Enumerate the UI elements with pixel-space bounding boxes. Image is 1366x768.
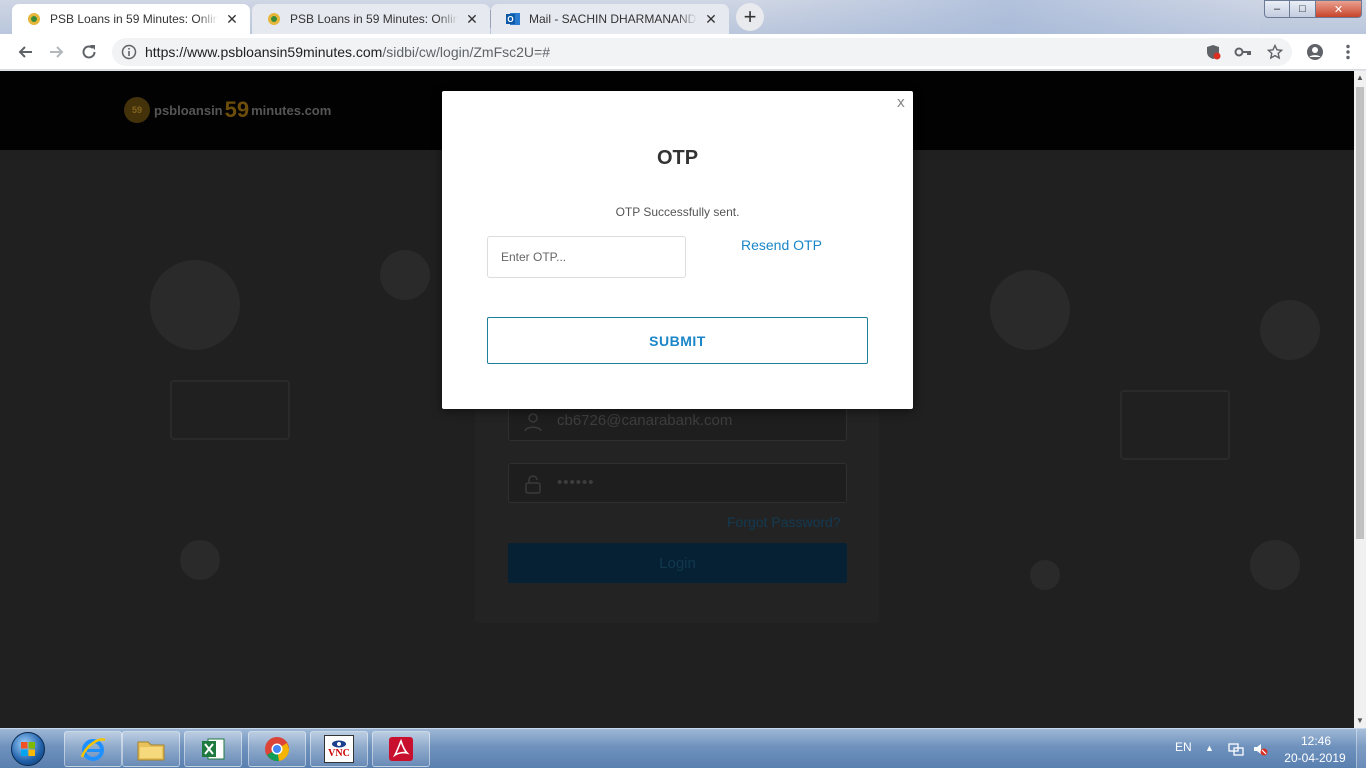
psb-site-logo[interactable]: 59 psbloansin 59 minutes.com: [124, 97, 331, 123]
windows-logo-icon: [11, 732, 45, 766]
start-button[interactable]: [6, 730, 50, 768]
blocked-content-icon[interactable]: [1203, 42, 1223, 62]
logo-text-part1: psbloansin: [154, 102, 223, 118]
tab-psb-loans-1[interactable]: PSB Loans in 59 Minutes: Online ✕: [12, 4, 250, 34]
otp-status-message: OTP Successfully sent.: [615, 205, 740, 219]
email-value: cb6726@canarabank.com: [557, 412, 733, 429]
menu-kebab-icon[interactable]: [1338, 42, 1358, 62]
adobe-reader-icon[interactable]: [372, 731, 430, 767]
background-decoration: [990, 270, 1070, 350]
close-window-button[interactable]: ✕: [1316, 0, 1362, 18]
url-path: /sidbi/cw/login/ZmFsc2U=#: [382, 44, 551, 60]
background-decoration: [180, 540, 220, 580]
browser-toolbar: https://www.psbloansin59minutes.com/sidb…: [0, 34, 1366, 70]
show-hidden-icons-arrow-icon[interactable]: ▲: [1205, 743, 1214, 753]
forgot-password-link[interactable]: Forgot Password?: [727, 514, 841, 530]
logo-text-part2: 59: [224, 97, 250, 122]
clock-time[interactable]: 12:46: [1286, 734, 1346, 748]
key-icon[interactable]: [1233, 42, 1253, 62]
new-tab-button[interactable]: +: [736, 3, 764, 31]
forward-button[interactable]: [45, 40, 69, 64]
plus-icon: +: [743, 4, 757, 29]
vnc-label: VNC: [328, 747, 350, 759]
url-text[interactable]: https://www.psbloansin59minutes.com/sidb…: [145, 44, 550, 60]
address-bar[interactable]: https://www.psbloansin59minutes.com/sidb…: [112, 38, 1292, 66]
reload-button[interactable]: [77, 40, 101, 64]
logo-badge: 59: [124, 97, 150, 123]
back-button[interactable]: [13, 40, 37, 64]
arrow-left-icon: [18, 46, 32, 58]
vnc-viewer-icon[interactable]: VNC: [310, 731, 368, 767]
browser-tab-strip: PSB Loans in 59 Minutes: Online ✕ PSB Lo…: [0, 0, 1366, 34]
password-field[interactable]: ••••••: [508, 463, 847, 503]
arrow-right-icon: [50, 46, 64, 58]
tab-title: PSB Loans in 59 Minutes: Online: [290, 12, 458, 26]
close-tab-icon[interactable]: ✕: [464, 11, 480, 27]
network-icon[interactable]: [1228, 741, 1244, 757]
scrollbar-thumb[interactable]: [1356, 87, 1364, 539]
login-button[interactable]: Login: [508, 543, 847, 583]
excel-icon[interactable]: [184, 731, 242, 767]
submit-button[interactable]: SUBMIT: [487, 317, 868, 364]
file-explorer-icon[interactable]: [122, 731, 180, 767]
scroll-up-arrow-icon[interactable]: ▲: [1354, 71, 1366, 85]
background-decoration: [150, 260, 240, 350]
windows-taskbar: VNC EN ▲ 12:46 20-04-2019: [0, 728, 1366, 768]
lock-icon: [525, 475, 541, 494]
window-controls: – □ ✕: [1264, 0, 1362, 18]
page-scrollbar[interactable]: ▲ ▼: [1354, 71, 1366, 728]
url-host: https://www.psbloansin59minutes.com: [145, 44, 383, 60]
otp-input[interactable]: [487, 236, 686, 278]
background-decoration: [1260, 300, 1320, 360]
outlook-icon: O: [505, 11, 521, 27]
otp-modal: x OTP OTP Successfully sent. Resend OTP …: [442, 91, 913, 409]
eye-icon: [332, 740, 346, 747]
background-decoration: [380, 250, 430, 300]
aero-glass-background: [760, 0, 1260, 34]
language-indicator[interactable]: EN: [1175, 740, 1192, 754]
logo-text-part3: minutes.com: [251, 102, 332, 118]
user-icon: [524, 413, 542, 432]
background-decoration: [170, 380, 290, 440]
password-value: ••••••: [557, 474, 595, 491]
background-decoration: [1030, 560, 1060, 590]
internet-explorer-icon[interactable]: [64, 731, 122, 767]
tab-outlook-mail[interactable]: O Mail - SACHIN DHARMANAND K ✕: [491, 4, 729, 34]
maximize-button[interactable]: □: [1290, 0, 1316, 18]
reload-icon: [82, 45, 96, 59]
account-avatar-icon[interactable]: [1305, 42, 1325, 62]
minimize-button[interactable]: –: [1264, 0, 1290, 18]
clock-date[interactable]: 20-04-2019: [1280, 751, 1350, 765]
background-decoration: [1250, 540, 1300, 590]
psb-logo-icon: [26, 11, 42, 27]
background-decoration: [1120, 390, 1230, 460]
svg-text:O: O: [507, 15, 513, 24]
close-tab-icon[interactable]: ✕: [224, 11, 240, 27]
info-icon[interactable]: [120, 43, 138, 61]
close-tab-icon[interactable]: ✕: [703, 11, 719, 27]
chrome-icon[interactable]: [248, 731, 306, 767]
tab-title: PSB Loans in 59 Minutes: Online: [50, 12, 218, 26]
show-desktop-button[interactable]: [1356, 729, 1366, 768]
close-modal-button[interactable]: x: [897, 95, 905, 111]
psb-logo-icon: [266, 11, 282, 27]
volume-muted-icon[interactable]: [1252, 741, 1268, 757]
modal-title: OTP: [656, 147, 699, 169]
resend-otp-link[interactable]: Resend OTP: [741, 237, 822, 253]
tab-title: Mail - SACHIN DHARMANAND K: [529, 12, 697, 26]
tab-psb-loans-2[interactable]: PSB Loans in 59 Minutes: Online ✕: [252, 4, 490, 34]
star-bookmark-icon[interactable]: [1265, 42, 1285, 62]
scroll-down-arrow-icon[interactable]: ▼: [1354, 714, 1366, 728]
